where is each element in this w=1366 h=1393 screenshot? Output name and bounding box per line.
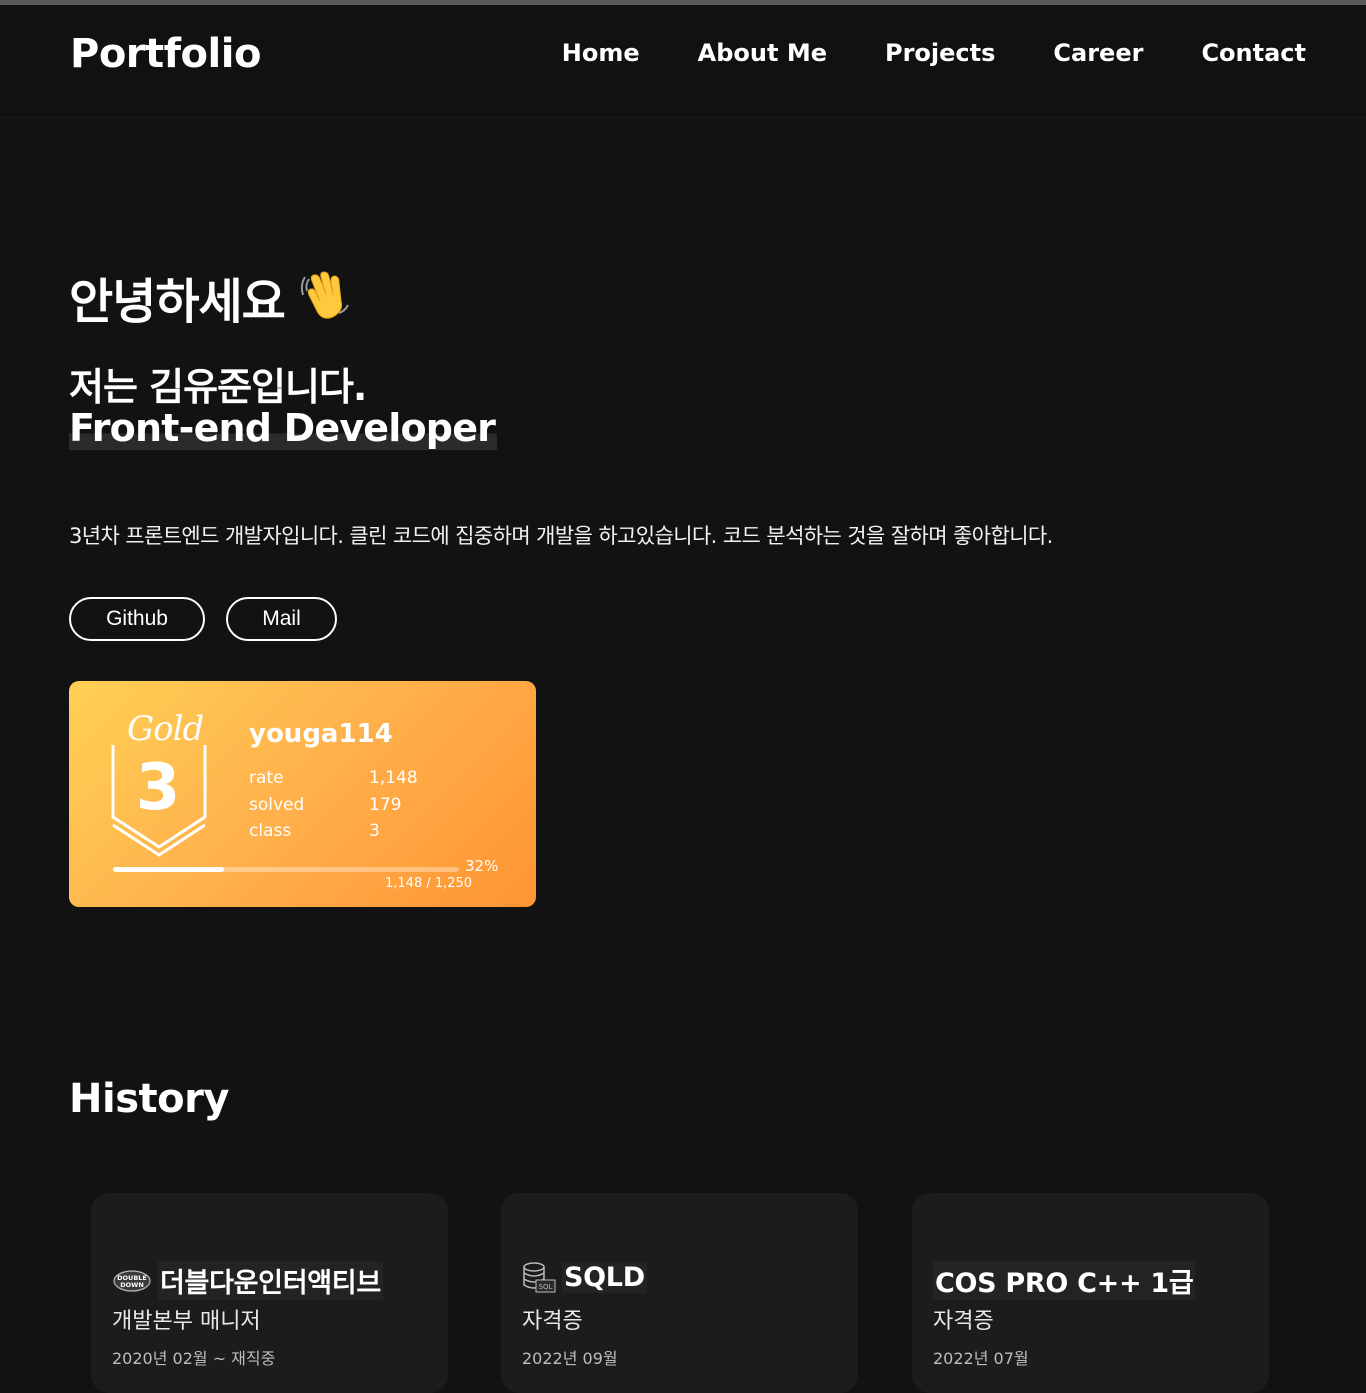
history-card-subtitle: 개발본부 매니저 <box>112 1309 261 1334</box>
github-button[interactable]: Github <box>69 597 205 641</box>
main-nav: Home About Me Projects Career Contact <box>562 39 1306 67</box>
stat-label-rate: rate <box>249 768 284 788</box>
nav-projects[interactable]: Projects <box>885 39 995 67</box>
history-card[interactable]: SQL SQLD 자격증 2022년 09월 <box>501 1193 858 1393</box>
nav-career[interactable]: Career <box>1053 39 1143 67</box>
history-card[interactable]: DOUBLE DOWN 더블다운인터액티브 개발본부 매니저 2020년 02월… <box>91 1193 448 1393</box>
solvedac-profile-card[interactable]: Gold 3 youga114 rate 1,148 solved 179 cl… <box>69 681 536 907</box>
history-card[interactable]: COS PRO C++ 1급 자격증 2022년 07월 <box>912 1193 1269 1393</box>
nav-home[interactable]: Home <box>562 39 640 67</box>
history-card-header: DOUBLE DOWN 더블다운인터액티브 <box>112 1261 383 1300</box>
rating-progress-fill <box>113 867 224 872</box>
greeting-text: 안녕하세요 <box>69 274 286 330</box>
intro-description: 3년차 프론트엔드 개발자입니다. 클린 코드에 집중하며 개발을 하고있습니다… <box>69 524 1053 548</box>
history-card-subtitle: 자격증 <box>933 1309 994 1334</box>
history-card-date: 2022년 07월 <box>933 1349 1029 1368</box>
progress-percent: 32% <box>465 857 499 875</box>
user-handle: youga114 <box>249 719 393 749</box>
nav-about-me[interactable]: About Me <box>698 39 827 67</box>
history-card-title: SQLD <box>562 1261 647 1293</box>
site-logo[interactable]: Portfolio <box>70 31 261 77</box>
history-card-title: COS PRO C++ 1급 <box>933 1261 1196 1300</box>
stat-value-class: 3 <box>369 821 380 841</box>
stat-value-solved: 179 <box>369 795 402 815</box>
history-card-date: 2022년 09월 <box>522 1349 618 1368</box>
stat-label-class: class <box>249 821 292 841</box>
history-card-subtitle: 자격증 <box>522 1309 583 1334</box>
nav-contact[interactable]: Contact <box>1201 39 1306 67</box>
history-card-date: 2020년 02월 ~ 재직중 <box>112 1349 276 1368</box>
svg-text:SQL: SQL <box>539 1283 553 1291</box>
site-header: Portfolio Home About Me Projects Career … <box>0 5 1366 118</box>
doubledown-logo-icon: DOUBLE DOWN <box>112 1269 152 1293</box>
database-sql-icon: SQL <box>522 1261 556 1293</box>
hero-greeting: 안녕하세요 <box>69 262 353 332</box>
progress-text: 1,148 / 1,250 <box>385 876 473 891</box>
rating-progress-bar <box>113 867 459 872</box>
stat-label-solved: solved <box>249 795 305 815</box>
history-card-header: SQL SQLD <box>522 1261 647 1293</box>
mail-button[interactable]: Mail <box>226 597 337 641</box>
intro-role: Front-end Developer <box>69 406 498 450</box>
history-card-header: COS PRO C++ 1급 <box>933 1261 1196 1300</box>
history-card-title: 더블다운인터액티브 <box>158 1261 383 1300</box>
tier-number: 3 <box>135 751 181 825</box>
stat-value-rate: 1,148 <box>369 768 418 788</box>
intro-name: 저는 김유준입니다. <box>69 365 367 409</box>
svg-text:DOWN: DOWN <box>120 1281 144 1289</box>
waving-hand-icon <box>299 267 353 328</box>
history-title: History <box>69 1076 229 1122</box>
